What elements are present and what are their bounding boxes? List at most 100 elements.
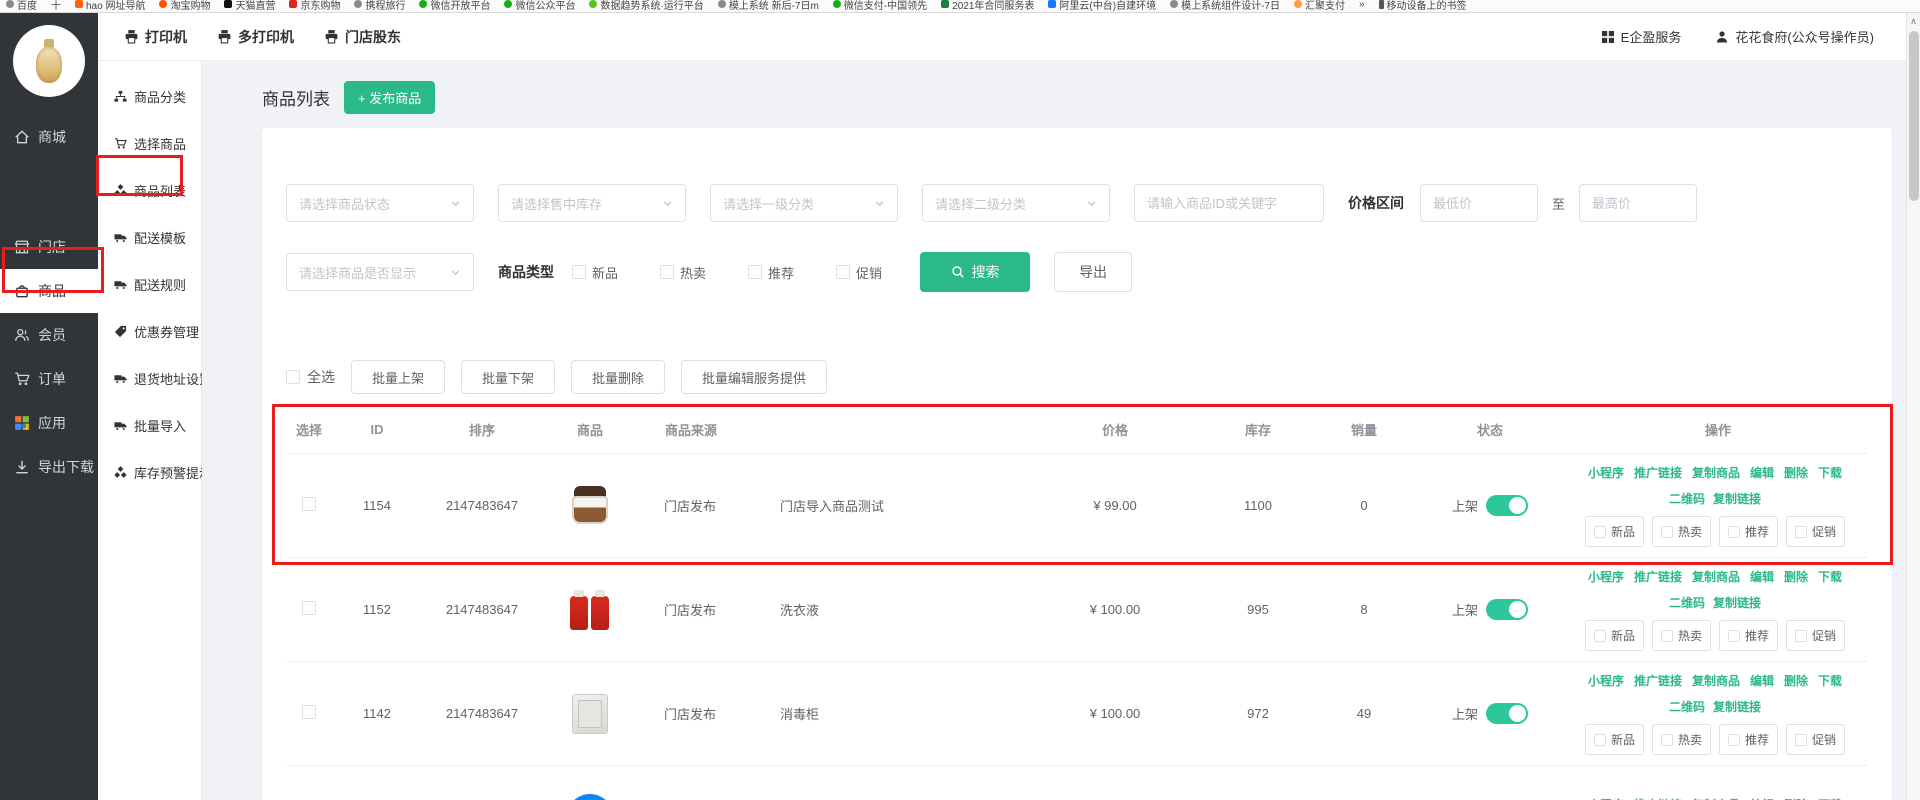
- search-button[interactable]: 搜索: [920, 252, 1030, 292]
- copy-url-link[interactable]: 复制链接: [1713, 698, 1761, 715]
- submenu-item-goods-category[interactable]: 商品分类: [98, 73, 201, 120]
- promo-link[interactable]: 推广链接: [1634, 568, 1682, 585]
- submenu-item-stock-warning[interactable]: 库存预警提示: [98, 449, 201, 496]
- edit-link[interactable]: 编辑: [1750, 796, 1774, 800]
- multi-printer-button[interactable]: 多打印机: [217, 27, 294, 47]
- submenu-item-coupon-management[interactable]: 优惠券管理: [98, 308, 201, 355]
- category-level2-select[interactable]: 请选择二级分类: [922, 184, 1110, 222]
- batch-off-shelf-button[interactable]: 批量下架: [461, 360, 555, 394]
- tag-new-checkbox[interactable]: 新品: [1585, 620, 1644, 651]
- service-center-link[interactable]: E企盈服务: [1601, 27, 1682, 46]
- scroll-up-icon[interactable]: ∧: [1907, 13, 1920, 29]
- product-image[interactable]: [566, 482, 614, 530]
- scrollbar-thumb[interactable]: [1909, 31, 1919, 201]
- bookmark-item[interactable]: 十: [51, 0, 61, 12]
- edit-link[interactable]: 编辑: [1750, 464, 1774, 481]
- bookmark-item[interactable]: 携程旅行: [354, 0, 405, 12]
- account-menu[interactable]: 花花食府(公众号操作员): [1715, 27, 1874, 46]
- sidebar-item-apps[interactable]: 应用: [0, 401, 98, 445]
- tag-new-checkbox[interactable]: 新品: [1585, 724, 1644, 755]
- type-checkbox-recommend[interactable]: 推荐: [748, 263, 794, 282]
- sidebar-item-members[interactable]: 会员: [0, 313, 98, 357]
- tag-hot-checkbox[interactable]: 热卖: [1652, 516, 1711, 547]
- copy-url-link[interactable]: 复制链接: [1713, 594, 1761, 611]
- copy-goods-link[interactable]: 复制商品: [1692, 672, 1740, 689]
- tag-hot-checkbox[interactable]: 热卖: [1652, 724, 1711, 755]
- bookmark-item[interactable]: 百度: [6, 0, 37, 12]
- product-image[interactable]: 知: [566, 794, 614, 800]
- copy-goods-link[interactable]: 复制商品: [1692, 568, 1740, 585]
- bookmark-item[interactable]: 天猫直营: [224, 0, 275, 12]
- tag-hot-checkbox[interactable]: 热卖: [1652, 620, 1711, 651]
- qrcode-link[interactable]: 二维码: [1669, 490, 1705, 507]
- delete-link[interactable]: 删除: [1784, 672, 1808, 689]
- download-link[interactable]: 下载: [1818, 672, 1842, 689]
- qrcode-link[interactable]: 二维码: [1669, 698, 1705, 715]
- bookmark-item[interactable]: 2021年合同服务表: [941, 0, 1034, 12]
- tag-recommend-checkbox[interactable]: 推荐: [1719, 724, 1778, 755]
- mini-program-link[interactable]: 小程序: [1588, 568, 1624, 585]
- tag-recommend-checkbox[interactable]: 推荐: [1719, 620, 1778, 651]
- sidebar-item-mall[interactable]: 商城: [0, 115, 98, 159]
- type-checkbox-promo[interactable]: 促销: [836, 263, 882, 282]
- promo-link[interactable]: 推广链接: [1634, 464, 1682, 481]
- mini-program-link[interactable]: 小程序: [1588, 796, 1624, 800]
- delete-link[interactable]: 删除: [1784, 796, 1808, 800]
- bookmarks-overflow-chevron-icon[interactable]: »: [1359, 0, 1365, 10]
- bookmark-item[interactable]: 汇聚支付: [1294, 0, 1345, 12]
- publish-goods-button[interactable]: + 发布商品: [344, 81, 435, 114]
- store-shareholder-button[interactable]: 门店股东: [324, 27, 401, 47]
- bookmark-item[interactable]: 微信开放平台: [419, 0, 490, 12]
- type-checkbox-hot[interactable]: 热卖: [660, 263, 706, 282]
- bookmark-item[interactable]: 淘宝购物: [159, 0, 210, 12]
- avatar[interactable]: [13, 25, 85, 97]
- submenu-item-delivery-rules[interactable]: 配送规则: [98, 261, 201, 308]
- export-button[interactable]: 导出: [1054, 252, 1132, 292]
- checkbox-icon[interactable]: [572, 265, 586, 279]
- download-link[interactable]: 下载: [1818, 464, 1842, 481]
- download-link[interactable]: 下载: [1818, 568, 1842, 585]
- tag-promo-checkbox[interactable]: 促销: [1786, 620, 1845, 651]
- bookmark-item[interactable]: 数据趋势系统·运行平台: [589, 0, 703, 12]
- printer-button[interactable]: 打印机: [124, 27, 187, 47]
- batch-edit-service-button[interactable]: 批量编辑服务提供: [681, 360, 827, 394]
- bookmark-item[interactable]: 京东购物: [289, 0, 340, 12]
- goods-status-select[interactable]: 请选择商品状态: [286, 184, 474, 222]
- stock-status-select[interactable]: 请选择售中库存: [498, 184, 686, 222]
- select-all-checkbox[interactable]: 全选: [286, 367, 335, 387]
- row-checkbox[interactable]: [302, 497, 316, 511]
- copy-goods-link[interactable]: 复制商品: [1692, 796, 1740, 800]
- sidebar-item-stores[interactable]: 门店: [0, 225, 98, 269]
- mini-program-link[interactable]: 小程序: [1588, 464, 1624, 481]
- submenu-item-goods-list[interactable]: 商品列表: [98, 167, 201, 214]
- copy-goods-link[interactable]: 复制商品: [1692, 464, 1740, 481]
- status-toggle[interactable]: [1486, 703, 1528, 724]
- sidebar-item-orders[interactable]: 订单: [0, 357, 98, 401]
- checkbox-icon[interactable]: [836, 265, 850, 279]
- goods-visibility-select[interactable]: 请选择商品是否显示: [286, 253, 474, 291]
- delete-link[interactable]: 删除: [1784, 568, 1808, 585]
- checkbox-icon[interactable]: [286, 370, 300, 384]
- promo-link[interactable]: 推广链接: [1634, 796, 1682, 800]
- category-level1-select[interactable]: 请选择一级分类: [710, 184, 898, 222]
- checkbox-icon[interactable]: [660, 265, 674, 279]
- product-image[interactable]: [566, 690, 614, 738]
- product-image[interactable]: [566, 586, 614, 634]
- checkbox-icon[interactable]: [748, 265, 762, 279]
- bookmark-item[interactable]: hao 网址导航: [75, 0, 145, 12]
- submenu-item-select-goods[interactable]: 选择商品: [98, 120, 201, 167]
- batch-on-shelf-button[interactable]: 批量上架: [351, 360, 445, 394]
- min-price-input[interactable]: [1420, 184, 1538, 222]
- promo-link[interactable]: 推广链接: [1634, 672, 1682, 689]
- submenu-item-batch-import[interactable]: 批量导入: [98, 402, 201, 449]
- max-price-input[interactable]: [1579, 184, 1697, 222]
- bookmark-item[interactable]: 阿里云(中台)自建环境: [1048, 0, 1156, 12]
- edit-link[interactable]: 编辑: [1750, 672, 1774, 689]
- tag-new-checkbox[interactable]: 新品: [1585, 516, 1644, 547]
- type-checkbox-new[interactable]: 新品: [572, 263, 618, 282]
- tag-promo-checkbox[interactable]: 促销: [1786, 516, 1845, 547]
- bookmark-item-mobile[interactable]: 移动设备上的书签: [1379, 0, 1467, 12]
- sidebar-item-export-download[interactable]: 导出下载: [0, 445, 98, 489]
- edit-link[interactable]: 编辑: [1750, 568, 1774, 585]
- row-checkbox[interactable]: [302, 705, 316, 719]
